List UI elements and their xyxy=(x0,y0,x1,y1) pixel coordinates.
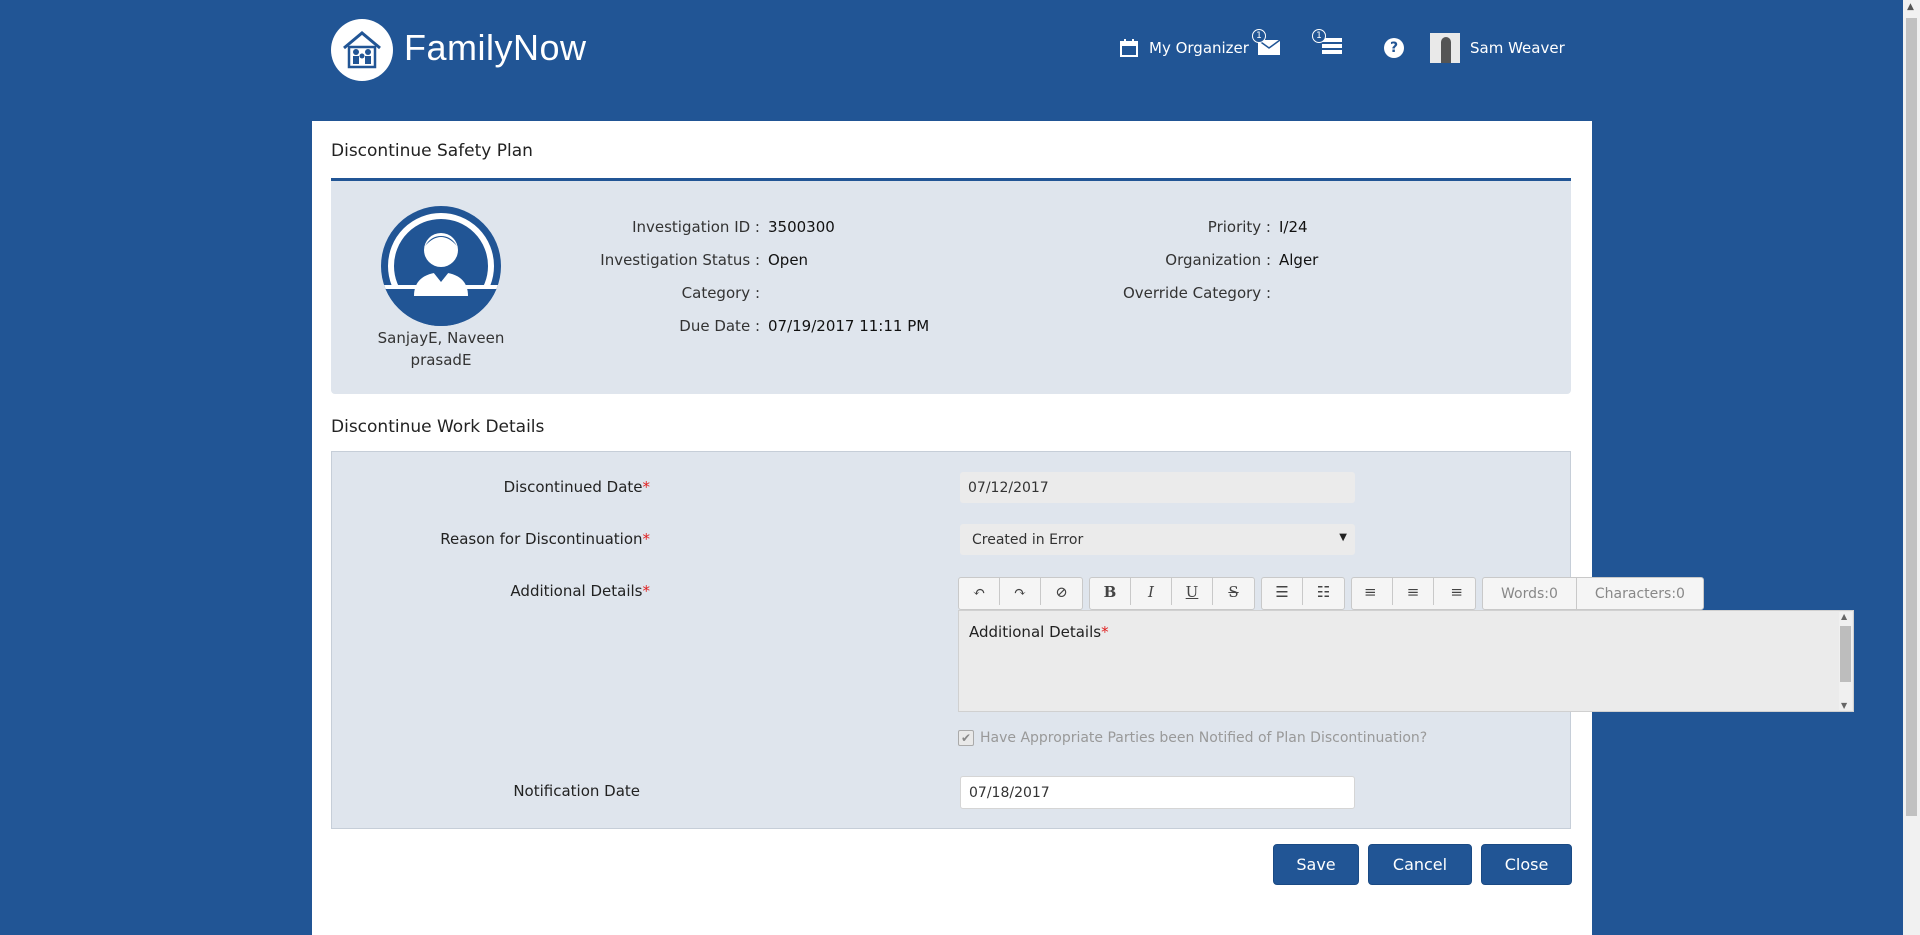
discontinued-date-label: Discontinued Date* xyxy=(503,478,650,496)
numbered-list-icon[interactable]: ☷ xyxy=(1303,578,1344,605)
page-title: Discontinue Safety Plan xyxy=(331,141,533,161)
investigation-status-label: Investigation Status : xyxy=(600,251,760,269)
notified-checkbox-row: ✔ Have Appropriate Parties been Notified… xyxy=(958,730,1427,746)
editor-placeholder: Additional Details* xyxy=(969,623,1109,641)
align-group: ≡ ≡ ≡ xyxy=(1351,577,1476,610)
user-name: Sam Weaver xyxy=(1470,39,1565,57)
dropdown-arrow-icon: ▼ xyxy=(1339,532,1347,543)
brand-name: FamilyNow xyxy=(404,27,587,68)
reason-select[interactable]: Created in Error ▼ xyxy=(960,524,1355,555)
scroll-up-icon[interactable]: ▲ xyxy=(1841,612,1847,621)
organization-row: Organization : Alger xyxy=(1031,251,1318,269)
user-menu[interactable]: Sam Weaver xyxy=(1430,33,1565,63)
words-count: Words:0 xyxy=(1483,578,1577,609)
bold-icon[interactable]: B xyxy=(1090,578,1131,605)
override-category-label: Override Category : xyxy=(1122,284,1271,302)
my-organizer-link[interactable]: My Organizer xyxy=(1119,38,1249,58)
list-group: ☰ ☷ xyxy=(1261,577,1345,610)
my-organizer-label: My Organizer xyxy=(1149,39,1249,57)
italic-icon[interactable]: I xyxy=(1131,578,1172,605)
characters-count: Characters:0 xyxy=(1594,585,1685,602)
due-date-label: Due Date : xyxy=(679,317,760,335)
person-silhouette-icon xyxy=(381,213,501,326)
cancel-button[interactable]: Cancel xyxy=(1368,844,1472,885)
due-date-row: Due Date : 07/19/2017 11:11 PM xyxy=(531,317,929,335)
page-scroll-thumb[interactable] xyxy=(1906,18,1917,816)
main-panel: Discontinue Safety Plan SanjayE, Naveen … xyxy=(312,121,1854,935)
category-label: Category : xyxy=(681,284,760,302)
bullet-list-icon[interactable]: ☰ xyxy=(1262,578,1303,605)
editor-scrollbar[interactable]: ▲ ▼ xyxy=(1839,612,1852,710)
person-avatar xyxy=(381,206,501,326)
notified-checkbox[interactable]: ✔ xyxy=(958,730,974,746)
override-category-row: Override Category : xyxy=(1031,284,1279,302)
due-date-value: 07/19/2017 11:11 PM xyxy=(768,317,930,335)
discontinue-form: Discontinued Date* 07/12/2017 Reason for… xyxy=(331,451,1854,829)
undo-icon[interactable]: ↶ xyxy=(959,578,1000,605)
discontinued-date-input[interactable]: 07/12/2017 xyxy=(960,472,1355,503)
priority-value: I/24 xyxy=(1279,218,1308,236)
messages-button[interactable]: 1 xyxy=(1252,29,1282,60)
investigation-id-row: Investigation ID : 3500300 xyxy=(531,218,835,236)
priority-label: Priority : xyxy=(1207,218,1271,236)
family-house-icon xyxy=(343,31,381,69)
strikethrough-icon[interactable]: S xyxy=(1213,578,1254,605)
category-row: Category : xyxy=(531,284,768,302)
calendar-icon xyxy=(1120,39,1138,57)
save-button[interactable]: Save xyxy=(1273,844,1359,885)
investigation-status-value: Open xyxy=(768,251,809,269)
close-button[interactable]: Close xyxy=(1481,844,1572,885)
section-title: Discontinue Work Details xyxy=(331,417,545,437)
investigation-status-row: Investigation Status : Open xyxy=(531,251,808,269)
clear-format-icon[interactable]: ⊘ xyxy=(1041,578,1082,605)
history-group: ↶ ↷ ⊘ xyxy=(958,577,1083,610)
redo-icon[interactable]: ↷ xyxy=(1000,578,1041,605)
align-right-icon[interactable]: ≡ xyxy=(1434,578,1475,605)
tasks-count-badge: 1 xyxy=(1312,29,1326,43)
scroll-down-icon[interactable]: ▼ xyxy=(1841,701,1847,710)
priority-row: Priority : I/24 xyxy=(1031,218,1308,236)
investigation-summary: SanjayE, Naveen prasadE Investigation ID… xyxy=(331,178,1571,394)
editor-toolbar: ↶ ↷ ⊘ B I U S ☰ ☷ ≡ ≡ ≡ Words:0 Characte xyxy=(958,577,1704,610)
align-center-icon[interactable]: ≡ xyxy=(1393,578,1434,605)
notification-date-label: Notification Date xyxy=(513,782,640,800)
organization-value: Alger xyxy=(1279,251,1319,269)
page-scroll-up-icon[interactable]: ▲ xyxy=(1907,2,1914,12)
investigation-id-label: Investigation ID : xyxy=(632,218,760,236)
organization-label: Organization : xyxy=(1165,251,1271,269)
additional-details-label: Additional Details* xyxy=(510,582,650,600)
format-group: B I U S xyxy=(1089,577,1255,610)
brand-logo[interactable] xyxy=(331,19,393,81)
word-counter: Words:0 Characters:0 xyxy=(1482,577,1704,610)
tasks-button[interactable]: 1 xyxy=(1312,29,1344,60)
notified-label: Have Appropriate Parties been Notified o… xyxy=(980,730,1428,746)
investigation-id-value: 3500300 xyxy=(768,218,835,236)
editor-scroll-thumb[interactable] xyxy=(1840,626,1851,682)
person-name: SanjayE, Naveen prasadE xyxy=(377,329,505,369)
notification-date-input[interactable]: 07/18/2017 xyxy=(960,776,1355,809)
user-avatar xyxy=(1430,33,1460,63)
reason-label: Reason for Discontinuation* xyxy=(440,530,650,548)
messages-count-badge: 1 xyxy=(1252,29,1266,43)
align-left-icon[interactable]: ≡ xyxy=(1352,578,1393,605)
help-icon[interactable]: ? xyxy=(1384,38,1404,58)
additional-details-editor[interactable]: Additional Details* ▲ ▼ xyxy=(958,610,1854,712)
reason-selected-value: Created in Error xyxy=(972,531,1084,548)
page-scrollbar[interactable]: ▲ xyxy=(1903,0,1920,935)
underline-icon[interactable]: U xyxy=(1172,578,1213,605)
